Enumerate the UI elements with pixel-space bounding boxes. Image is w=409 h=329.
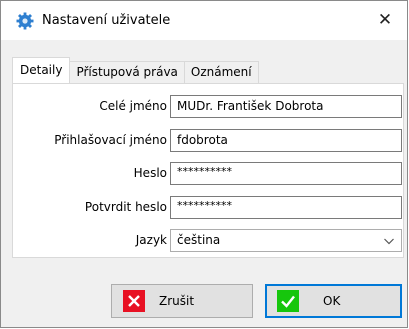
full-name-row: Celé jméno MUDr. František Dobrota bbox=[13, 95, 403, 118]
gear-icon bbox=[16, 12, 34, 30]
dialog-window: Nastavení uživatele ✕ Detaily Přístupová… bbox=[0, 0, 408, 328]
password-field[interactable]: ********** bbox=[170, 162, 402, 185]
language-select[interactable]: čeština bbox=[170, 229, 402, 252]
ok-label: OK bbox=[323, 294, 341, 308]
chevron-down-icon bbox=[383, 235, 395, 247]
close-icon: ✕ bbox=[377, 10, 393, 30]
password-label: Heslo bbox=[133, 166, 167, 180]
title-bar[interactable]: Nastavení uživatele ✕ bbox=[1, 1, 407, 40]
ok-button[interactable]: OK bbox=[265, 284, 402, 318]
tab-notifications[interactable]: Oznámení bbox=[183, 61, 259, 83]
tab-access-rights[interactable]: Přístupová práva bbox=[69, 61, 185, 83]
tab-details[interactable]: Detaily bbox=[12, 57, 71, 83]
cancel-icon bbox=[123, 290, 145, 312]
login-label: Přihlašovací jméno bbox=[54, 133, 167, 147]
login-field[interactable]: fdobrota bbox=[170, 129, 402, 152]
full-name-label: Celé jméno bbox=[99, 99, 167, 113]
language-label: Jazyk bbox=[135, 233, 167, 247]
full-name-field[interactable]: MUDr. František Dobrota bbox=[170, 95, 402, 118]
login-row: Přihlašovací jméno fdobrota bbox=[13, 129, 403, 152]
confirm-password-field[interactable]: ********** bbox=[170, 196, 402, 219]
close-button[interactable]: ✕ bbox=[371, 7, 399, 33]
password-row: Heslo ********** bbox=[13, 162, 403, 185]
confirm-password-row: Potvrdit heslo ********** bbox=[13, 196, 403, 219]
confirm-password-label: Potvrdit heslo bbox=[84, 200, 167, 214]
window-title: Nastavení uživatele bbox=[42, 13, 171, 28]
tab-strip: Detaily Přístupová práva Oznámení bbox=[12, 57, 259, 83]
cancel-label: Zrušit bbox=[159, 294, 195, 308]
check-icon bbox=[277, 290, 299, 312]
cancel-button[interactable]: Zrušit bbox=[111, 284, 253, 318]
language-value: čeština bbox=[177, 233, 221, 247]
language-row: Jazyk čeština bbox=[13, 229, 403, 252]
details-panel: Celé jméno MUDr. František Dobrota Přihl… bbox=[12, 83, 404, 258]
